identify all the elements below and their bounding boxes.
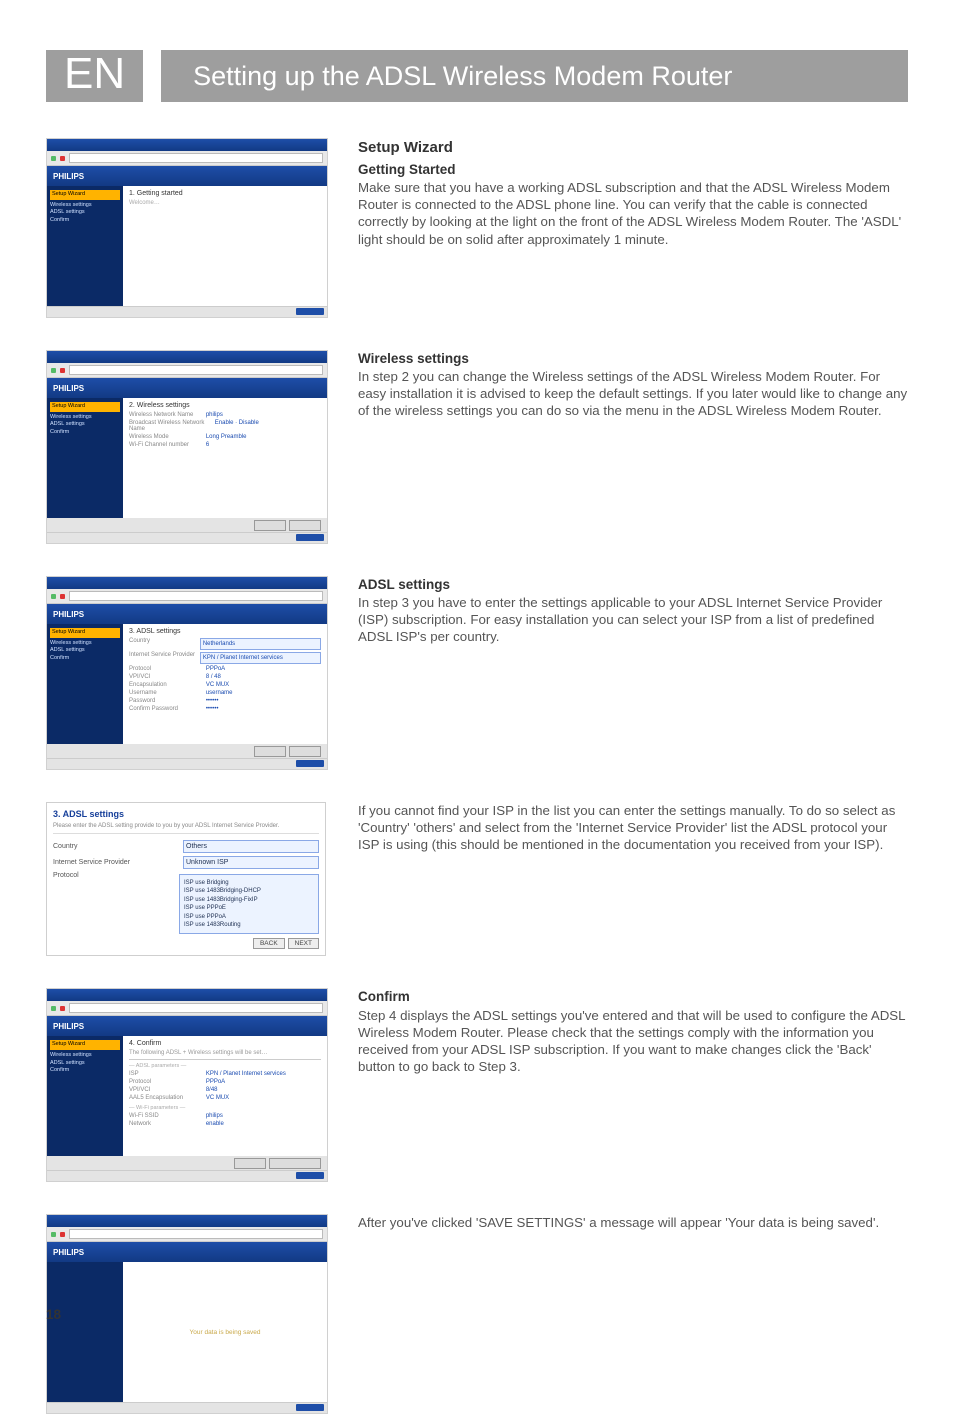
crop-isp-value[interactable]: Unknown ISP bbox=[183, 856, 319, 869]
crop-country-label: Country bbox=[53, 843, 78, 850]
text-confirm: Step 4 displays the ADSL settings you've… bbox=[358, 1007, 908, 1075]
screenshot-step4: PHILIPS Setup Wizard Wireless settings A… bbox=[46, 988, 328, 1182]
page-title: Setting up the ADSL Wireless Modem Route… bbox=[161, 50, 908, 102]
screenshot-step1-title: 1. Getting started bbox=[129, 190, 321, 197]
text-getting-started: Make sure that you have a working ADSL s… bbox=[358, 179, 908, 247]
screenshot-step3-crop: 3. ADSL settings Please enter the ADSL s… bbox=[46, 802, 326, 956]
screenshot-saving: PHILIPS Your data is being saved bbox=[46, 1214, 328, 1414]
screenshot-step2-title: 2. Wireless settings bbox=[129, 402, 321, 409]
crop-isp-label: Internet Service Provider bbox=[53, 859, 130, 866]
save-settings-button[interactable] bbox=[269, 1158, 321, 1169]
crop-title: 3. ADSL settings bbox=[53, 809, 319, 819]
text-manual: If you cannot find your ISP in the list … bbox=[358, 802, 908, 853]
text-wireless: In step 2 you can change the Wireless se… bbox=[358, 368, 908, 419]
saving-message: Your data is being saved bbox=[190, 1329, 261, 1336]
screenshot-brand: PHILIPS bbox=[47, 166, 327, 186]
language-chip: EN bbox=[46, 50, 143, 102]
screenshot-step4-title: 4. Confirm bbox=[129, 1040, 321, 1047]
screenshot-step1: PHILIPS Setup Wizard Wireless settings A… bbox=[46, 138, 328, 318]
heading-getting-started: Getting Started bbox=[358, 161, 908, 178]
crop-protocol-label: Protocol bbox=[53, 872, 79, 879]
text-adsl: In step 3 you have to enter the settings… bbox=[358, 594, 908, 645]
screenshot-step2: PHILIPS Setup Wizard Wireless settings A… bbox=[46, 350, 328, 544]
page-number: 18 bbox=[46, 1307, 61, 1322]
screenshot-step3: PHILIPS Setup Wizard Wireless settings A… bbox=[46, 576, 328, 770]
text-saved: After you've clicked 'SAVE SETTINGS' a m… bbox=[358, 1214, 908, 1231]
heading-adsl: ADSL settings bbox=[358, 576, 908, 593]
crop-back-button[interactable]: BACK bbox=[253, 938, 285, 949]
crop-next-button[interactable]: NEXT bbox=[288, 938, 319, 949]
screenshot-step3-title: 3. ADSL settings bbox=[129, 628, 321, 635]
page-header: EN Setting up the ADSL Wireless Modem Ro… bbox=[46, 50, 908, 102]
crop-hint: Please enter the ADSL setting provide to… bbox=[53, 823, 319, 829]
heading-confirm: Confirm bbox=[358, 988, 908, 1005]
crop-country-value[interactable]: Others bbox=[183, 840, 319, 853]
heading-wireless: Wireless settings bbox=[358, 350, 908, 367]
section-title: Setup Wizard bbox=[358, 138, 908, 157]
crop-protocol-list[interactable]: ISP use Bridging ISP use 1483Bridging-DH… bbox=[179, 874, 319, 934]
